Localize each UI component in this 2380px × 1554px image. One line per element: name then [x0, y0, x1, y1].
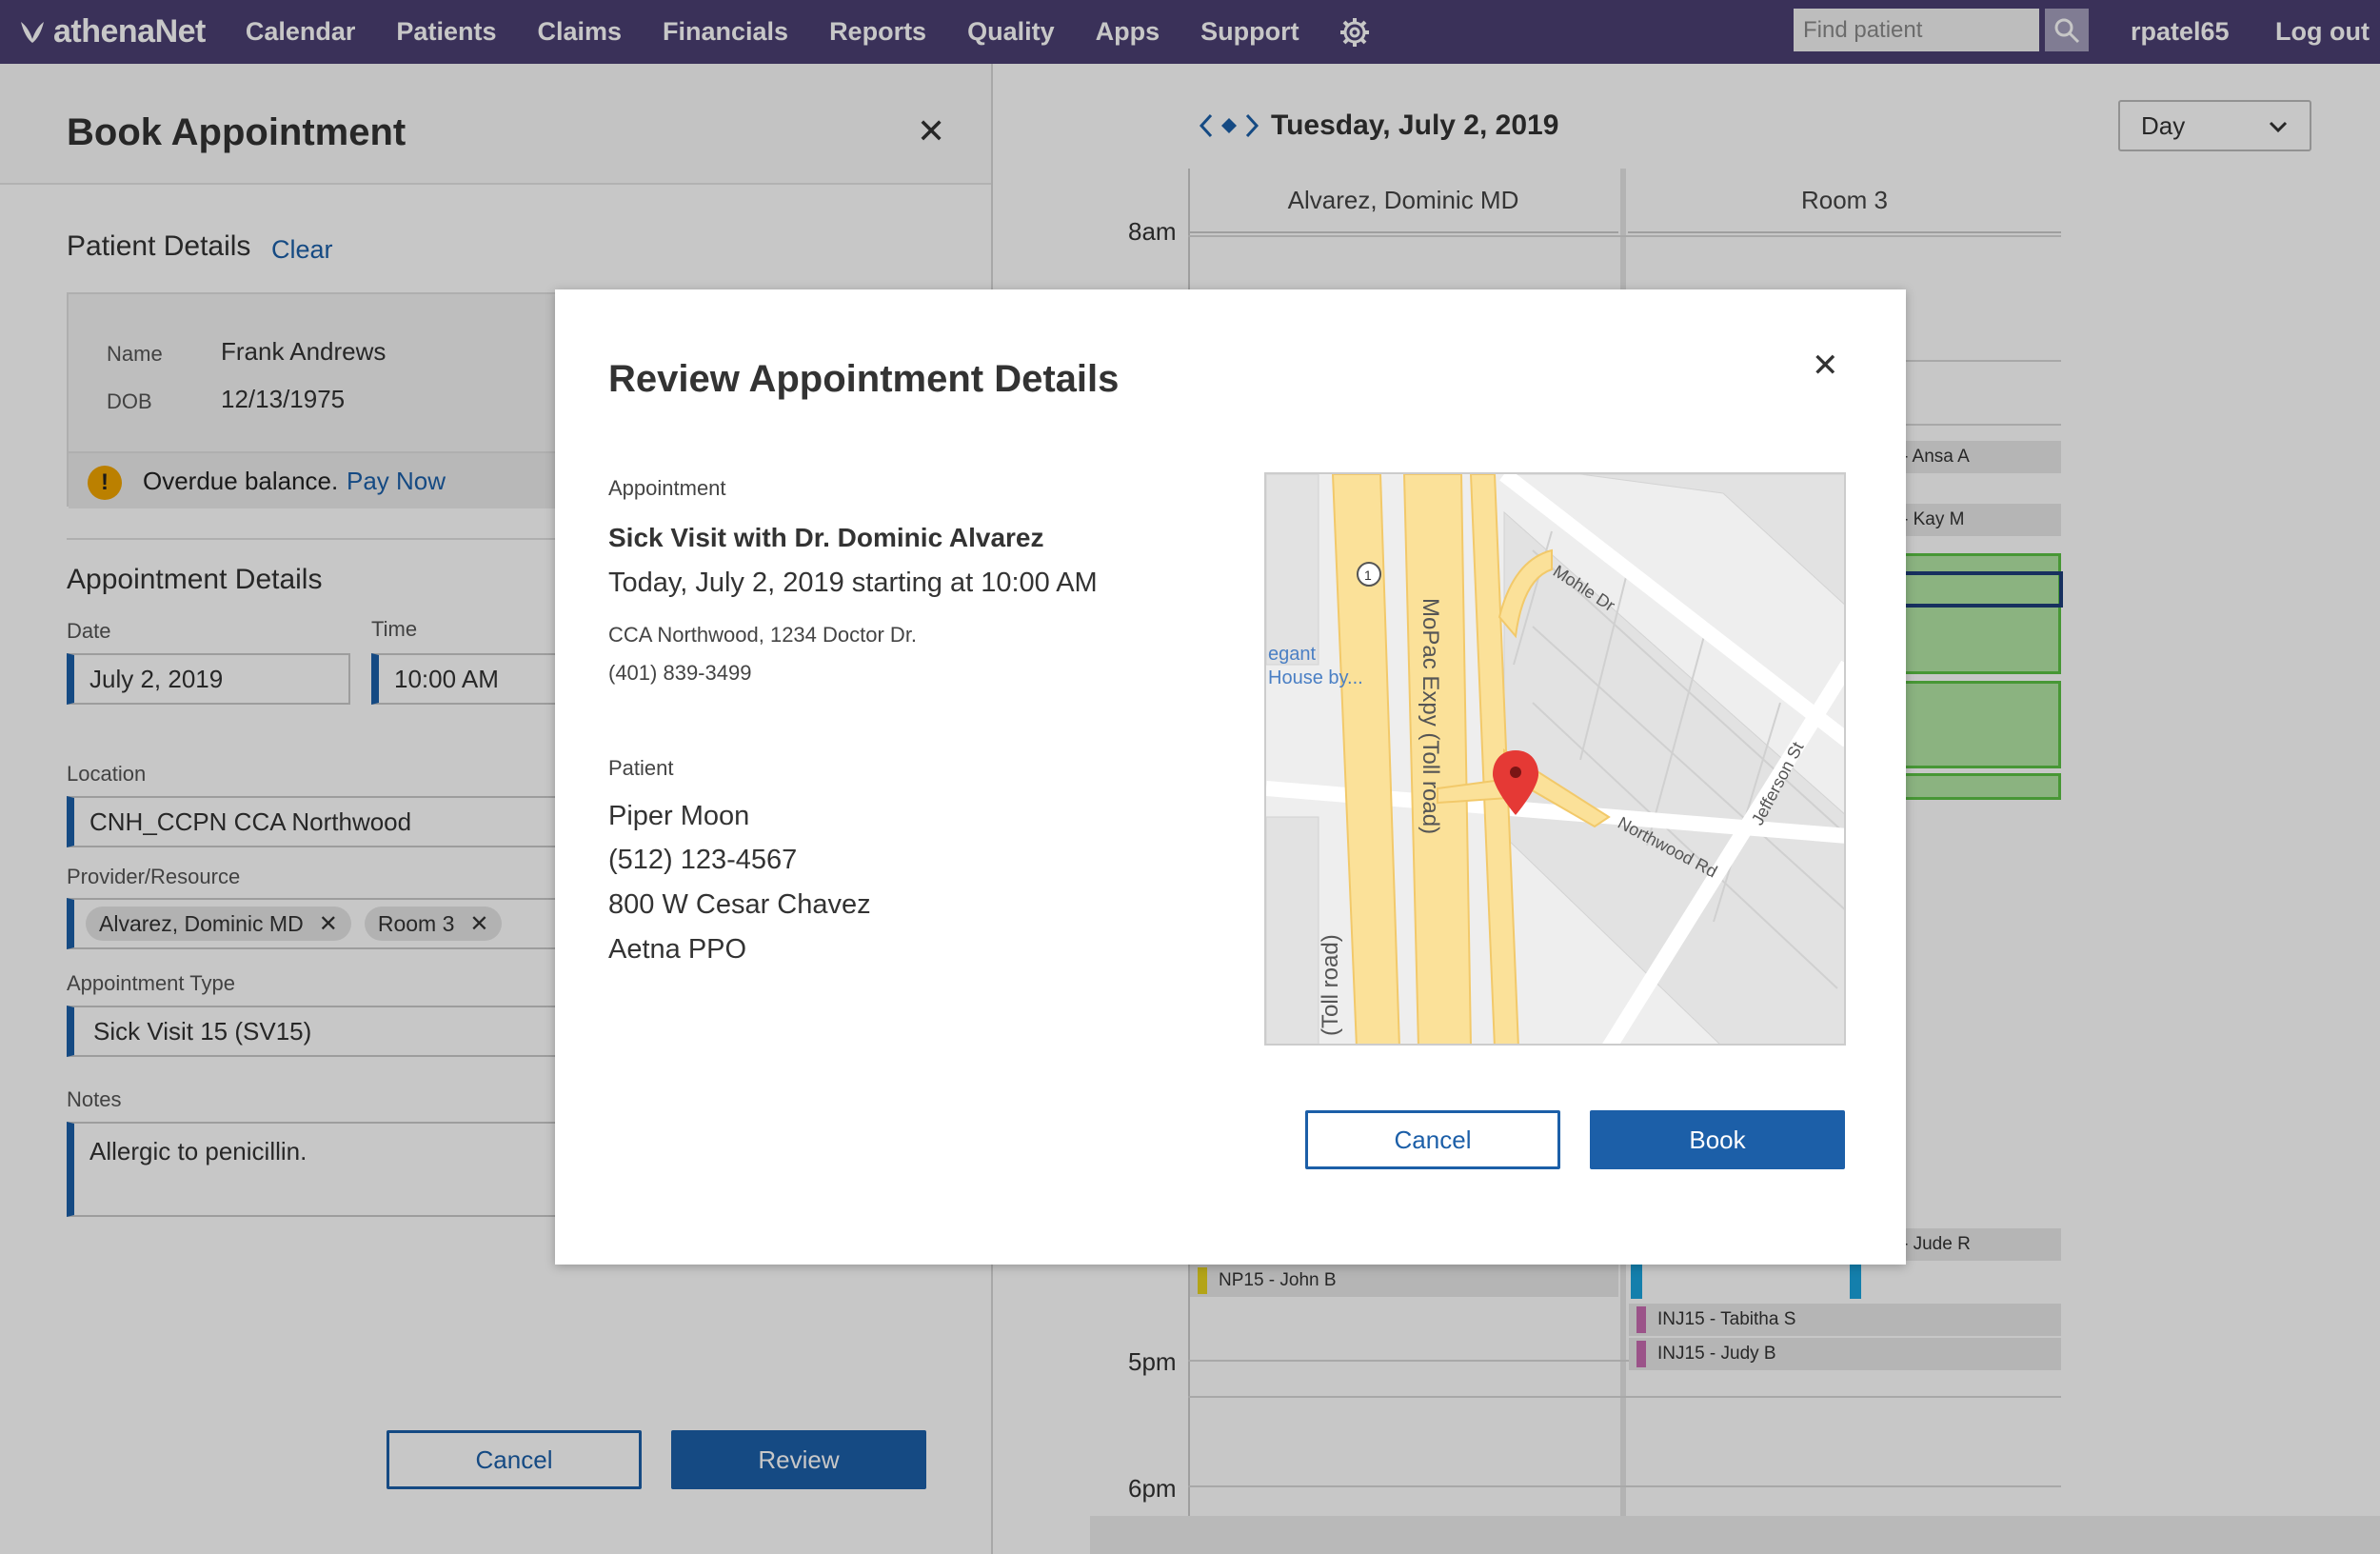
visit-title: Sick Visit with Dr. Dominic Alvarez [608, 523, 1044, 552]
clinic-address: CCA Northwood, 1234 Doctor Dr. [608, 623, 918, 647]
modal-title: Review Appointment Details [608, 358, 1120, 400]
book-button[interactable]: Book [1590, 1110, 1845, 1169]
map-poi-label: House by... [1268, 667, 1363, 688]
cancel-button[interactable]: Cancel [1305, 1110, 1560, 1169]
map-graphic: 1 Mohle Dr Northwood Rd Jefferson St MoP… [1266, 474, 1844, 1044]
location-map[interactable]: 1 Mohle Dr Northwood Rd Jefferson St MoP… [1264, 472, 1846, 1046]
patient-label: Patient [608, 756, 674, 780]
close-icon[interactable]: ✕ [1812, 347, 1839, 385]
clinic-phone: (401) 839-3499 [608, 661, 752, 685]
patient-name: Piper Moon [608, 801, 750, 831]
map-route-number: 1 [1364, 568, 1372, 583]
review-appointment-modal: Review Appointment Details ✕ Appointment… [555, 289, 1906, 1265]
map-highway-label: MoPac Expy (Toll road) [1418, 598, 1443, 834]
patient-address: 800 W Cesar Chavez [608, 889, 871, 920]
patient-phone: (512) 123-4567 [608, 845, 798, 875]
map-highway-label: (Toll road) [1318, 934, 1343, 1036]
patient-insurance: Aetna PPO [608, 934, 747, 965]
visit-time: Today, July 2, 2019 starting at 10:00 AM [608, 568, 1098, 598]
appointment-label: Appointment [608, 476, 726, 500]
map-poi-label: egant [1268, 644, 1316, 665]
